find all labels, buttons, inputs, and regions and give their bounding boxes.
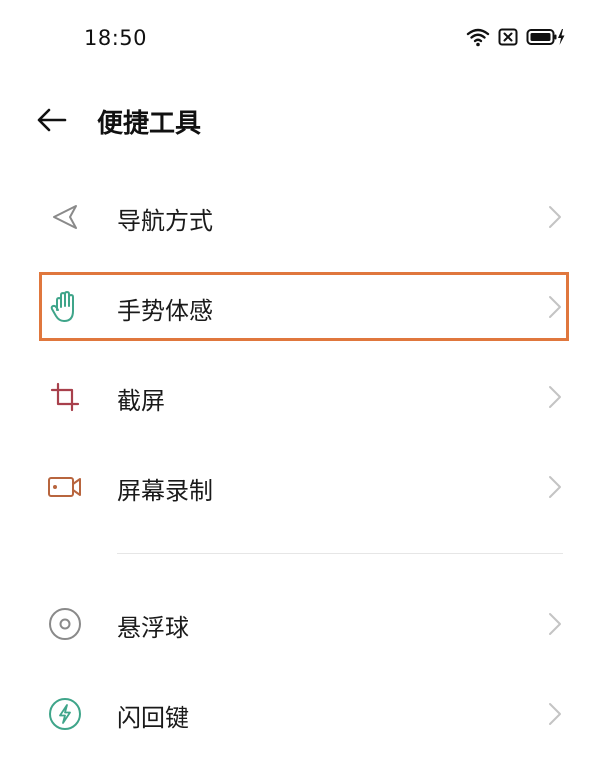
- menu-item-navigation[interactable]: 导航方式: [0, 172, 602, 262]
- chevron-right-icon: [549, 613, 561, 635]
- battery-charging-icon: [526, 29, 565, 45]
- floating-ball-icon: [46, 606, 84, 642]
- chevron-right-icon: [549, 386, 561, 408]
- menu-item-label: 导航方式: [117, 207, 213, 235]
- status-icons: [466, 27, 566, 47]
- highlight-box: [39, 272, 569, 341]
- menu-item-label: 悬浮球: [117, 614, 189, 642]
- wifi-icon: [466, 28, 490, 47]
- menu-item-screen-recording[interactable]: 屏幕录制: [0, 442, 602, 532]
- chevron-right-icon: [549, 476, 561, 498]
- crop-icon: [46, 379, 84, 415]
- page-title: 便捷工具: [97, 109, 202, 139]
- header: 便捷工具: [0, 90, 602, 150]
- chevron-right-icon: [549, 703, 561, 725]
- menu-item-label: 截屏: [117, 387, 165, 415]
- navigation-icon: [46, 199, 84, 235]
- status-time: 18:50: [84, 26, 148, 50]
- menu-item-floating-ball[interactable]: 悬浮球: [0, 579, 602, 669]
- flash-button-icon: [46, 696, 84, 732]
- menu-item-label: 闪回键: [117, 704, 189, 732]
- menu-item-label: 屏幕录制: [117, 477, 213, 505]
- status-bar: 18:50: [0, 0, 602, 78]
- back-button[interactable]: [34, 104, 70, 136]
- video-camera-icon: [46, 469, 84, 505]
- menu-item-screenshot[interactable]: 截屏: [0, 352, 602, 442]
- back-arrow-icon: [37, 108, 67, 132]
- section-divider: [117, 553, 563, 554]
- menu-item-flash-key[interactable]: 闪回键: [0, 669, 602, 759]
- chevron-right-icon: [549, 206, 561, 228]
- sim-blocked-icon: [498, 28, 518, 46]
